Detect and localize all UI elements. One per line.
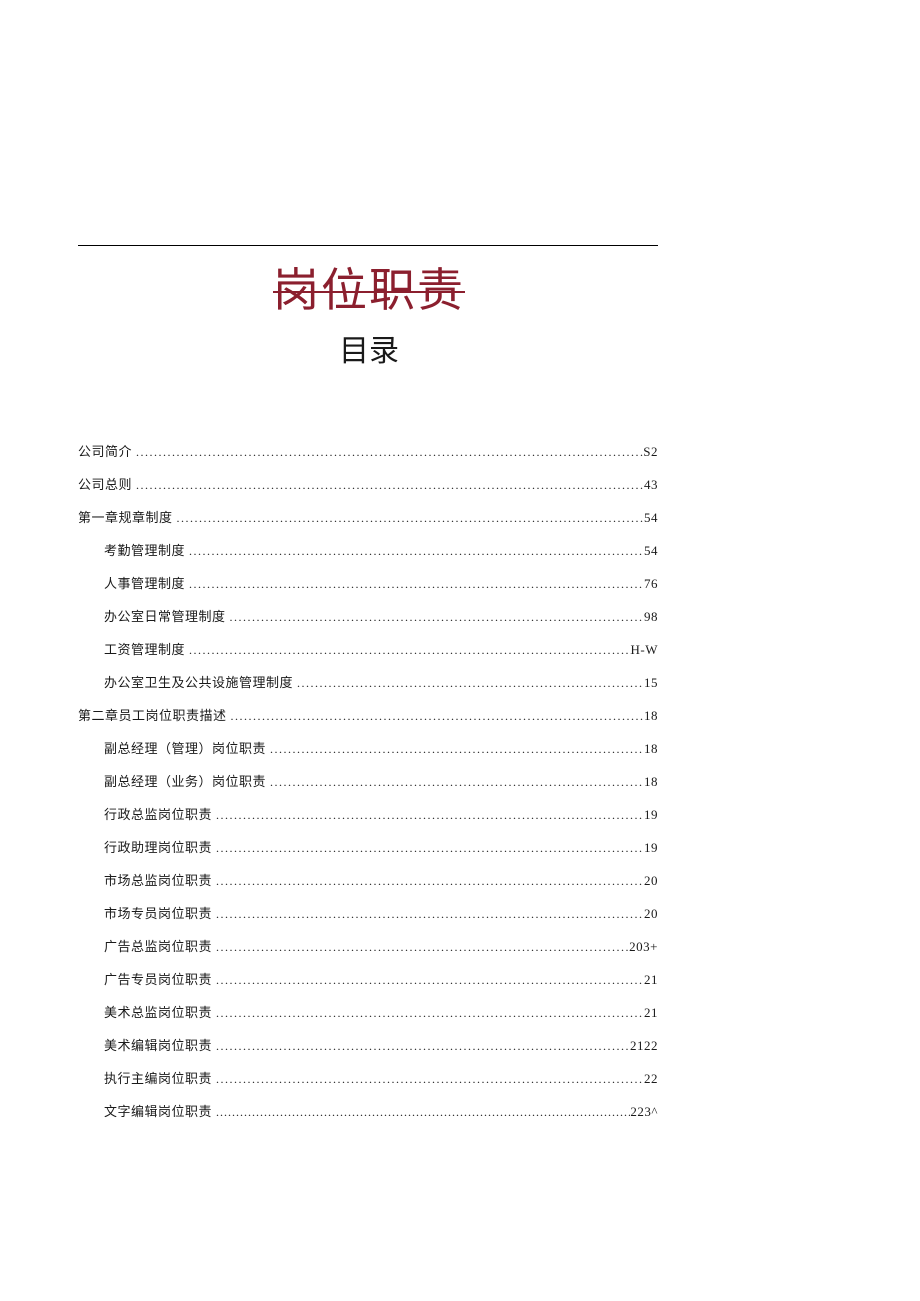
toc-entry-label: 第一章规章制度: [78, 511, 173, 524]
toc-entry-page: 223^: [630, 1105, 658, 1118]
toc-entry: 考勤管理制度 54: [78, 544, 658, 557]
toc-dots: [212, 908, 644, 920]
toc-entry: 美术总监岗位职责 21: [78, 1006, 658, 1019]
toc-entry-page: 20: [644, 874, 658, 887]
toc-entry-page: H-W: [631, 643, 659, 656]
toc-dots: [227, 710, 644, 722]
toc-entry: 办公室日常管理制度 98: [78, 610, 658, 623]
toc-dots: [132, 446, 643, 458]
toc-entry: 工资管理制度 H-W: [78, 643, 658, 656]
toc-dots: [212, 809, 644, 821]
toc-entry-page: 18: [644, 742, 658, 755]
toc-dots: [185, 578, 644, 590]
toc-entry: 第二章员工岗位职责描述 18: [78, 709, 658, 722]
toc-entry-page: 20: [644, 907, 658, 920]
toc-entry-label: 工资管理制度: [104, 643, 185, 656]
document-subtitle: 目录: [0, 326, 800, 370]
toc-entry-label: 文字编辑岗位职责: [104, 1105, 212, 1118]
toc-entry: 执行主编岗位职责 22: [78, 1072, 658, 1085]
toc-entry-label: 第二章员工岗位职责描述: [78, 709, 227, 722]
toc-dots: [293, 677, 644, 689]
toc-dots: [226, 611, 644, 623]
toc-entry-label: 行政总监岗位职责: [104, 808, 212, 821]
toc-entry-page: S2: [643, 445, 658, 458]
toc-entry: 办公室卫生及公共设施管理制度 15: [78, 676, 658, 689]
toc-entry-page: 19: [644, 808, 658, 821]
toc-entry-page: 15: [644, 676, 658, 689]
toc-dots: [212, 1007, 644, 1019]
toc-dots: [212, 1106, 630, 1118]
toc-entry-label: 美术总监岗位职责: [104, 1006, 212, 1019]
document-page: 岗位职责 目录 公司简介 S2 公司总则 43 第一章规章制度 54 考勤管理制度 54 人事管…: [0, 0, 920, 1238]
toc-dots: [212, 941, 629, 953]
toc-entry: 文字编辑岗位职责 223^: [78, 1105, 658, 1118]
toc-entry-page: 19: [644, 841, 658, 854]
toc-entry: 行政助理岗位职责 19: [78, 841, 658, 854]
toc-entry: 市场专员岗位职责 20: [78, 907, 658, 920]
toc-entry-label: 广告专员岗位职责: [104, 973, 212, 986]
toc-entry-label: 考勤管理制度: [104, 544, 185, 557]
toc-dots: [132, 479, 644, 491]
toc-entry-page: 18: [644, 775, 658, 788]
toc-dots: [212, 974, 644, 986]
toc-dots: [185, 545, 644, 557]
toc-entry: 行政总监岗位职责 19: [78, 808, 658, 821]
toc-entry-label: 美术编辑岗位职责: [104, 1039, 212, 1052]
toc-entry: 人事管理制度 76: [78, 577, 658, 590]
toc-entry-label: 人事管理制度: [104, 577, 185, 590]
toc-entry: 市场总监岗位职责 20: [78, 874, 658, 887]
toc-entry: 第一章规章制度 54: [78, 511, 658, 524]
toc-entry-page: 54: [644, 511, 658, 524]
toc-entry-page: 43: [644, 478, 658, 491]
toc-entry-label: 行政助理岗位职责: [104, 841, 212, 854]
horizontal-rule: [78, 245, 658, 246]
toc-entry: 广告总监岗位职责 203+: [78, 940, 658, 953]
toc-entry-label: 办公室日常管理制度: [104, 610, 226, 623]
toc-dots: [212, 1040, 630, 1052]
toc-entry-label: 市场总监岗位职责: [104, 874, 212, 887]
toc-dots: [266, 743, 644, 755]
toc-entry-label: 办公室卫生及公共设施管理制度: [104, 676, 293, 689]
toc-entry: 公司简介 S2: [78, 445, 658, 458]
toc-entry: 副总经理（管理）岗位职责 18: [78, 742, 658, 755]
toc-entry-page: 76: [644, 577, 658, 590]
toc-entry-label: 副总经理（管理）岗位职责: [104, 742, 266, 755]
toc-entry: 公司总则 43: [78, 478, 658, 491]
toc-entry-page: 21: [644, 1006, 658, 1019]
toc-entry-page: 203+: [629, 940, 658, 953]
toc-dots: [212, 875, 644, 887]
table-of-contents: 公司简介 S2 公司总则 43 第一章规章制度 54 考勤管理制度 54 人事管理制度 76 办公室…: [78, 445, 658, 1118]
toc-entry-page: 2122: [630, 1039, 658, 1052]
toc-dots: [266, 776, 644, 788]
toc-entry: 美术编辑岗位职责 2122: [78, 1039, 658, 1052]
toc-entry-label: 公司简介: [78, 445, 132, 458]
toc-entry-label: 副总经理（业务）岗位职责: [104, 775, 266, 788]
toc-entry-label: 市场专员岗位职责: [104, 907, 212, 920]
toc-entry-page: 54: [644, 544, 658, 557]
toc-entry-label: 执行主编岗位职责: [104, 1072, 212, 1085]
toc-dots: [212, 1073, 644, 1085]
toc-entry-page: 21: [644, 973, 658, 986]
toc-dots: [185, 644, 630, 656]
toc-entry: 广告专员岗位职责 21: [78, 973, 658, 986]
toc-dots: [212, 842, 644, 854]
toc-entry-label: 广告总监岗位职责: [104, 940, 212, 953]
toc-entry-page: 22: [644, 1072, 658, 1085]
document-title: 岗位职责: [0, 254, 800, 320]
toc-entry-page: 98: [644, 610, 658, 623]
toc-entry-page: 18: [644, 709, 658, 722]
toc-dots: [173, 512, 644, 524]
toc-entry-label: 公司总则: [78, 478, 132, 491]
toc-entry: 副总经理（业务）岗位职责 18: [78, 775, 658, 788]
